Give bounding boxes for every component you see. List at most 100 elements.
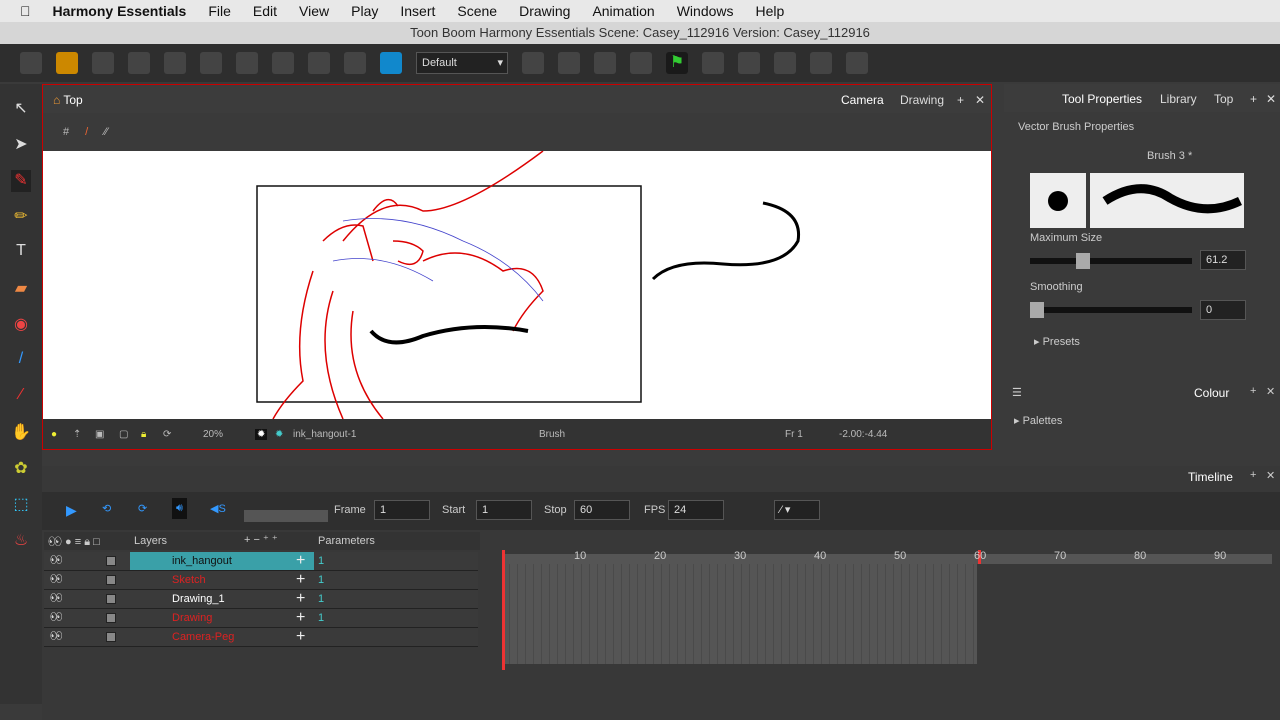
layer-row[interactable]: 👀︎ Drawing +1 <box>44 609 478 628</box>
fps-field[interactable]: 24 <box>668 500 724 520</box>
import-icon[interactable] <box>164 52 186 74</box>
render-icon[interactable] <box>380 52 402 74</box>
tab-library[interactable]: Library <box>1160 92 1197 106</box>
reset-view-icon[interactable]: ⟳ <box>163 429 171 440</box>
layer-color-swatch[interactable] <box>106 632 116 642</box>
presets-toggle[interactable]: ▸ Presets <box>1034 335 1080 348</box>
ruler-icon[interactable]: ⁄⁄ <box>104 126 108 138</box>
palettes-toggle[interactable]: ▸ Palettes <box>1014 414 1062 427</box>
tab-drawing[interactable]: Drawing <box>900 93 944 107</box>
workspace-select[interactable]: Default ▾ <box>416 52 508 74</box>
select-arrow-icon[interactable]: ↖ <box>11 98 31 120</box>
tool-icon[interactable] <box>846 52 868 74</box>
playhead[interactable] <box>502 550 505 670</box>
layer-row[interactable]: 👀︎ Drawing_1 +1 <box>44 590 478 609</box>
close-icon[interactable]: ✕ <box>1266 469 1275 482</box>
tool-icon[interactable] <box>810 52 832 74</box>
visibility-icon[interactable]: 👀︎ <box>50 574 63 585</box>
layer-name[interactable]: Sketch <box>172 574 206 586</box>
add-tab-icon[interactable]: + <box>1250 469 1256 481</box>
layer-color-swatch[interactable] <box>106 594 116 604</box>
layer-row[interactable]: 👀︎ ink_hangout +1 <box>44 552 478 571</box>
hand-icon[interactable]: ✋ <box>11 422 31 444</box>
safe-area-icon[interactable]: ▣ <box>95 429 104 440</box>
layer-row[interactable]: 👀︎ Camera-Peg + <box>44 628 478 647</box>
tool-icon[interactable] <box>594 52 616 74</box>
tool-icon[interactable] <box>344 52 366 74</box>
tool-icon[interactable] <box>558 52 580 74</box>
start-field[interactable]: 1 <box>476 500 532 520</box>
tool-icon[interactable] <box>702 52 724 74</box>
visibility-icon[interactable]: 👀︎ <box>50 612 63 623</box>
new-icon[interactable] <box>20 52 42 74</box>
add-layer-icon[interactable]: + − ⁺ ⁺ <box>244 533 278 546</box>
close-icon[interactable]: ✕ <box>1266 385 1275 398</box>
menu-scene[interactable]: Scene <box>457 3 497 19</box>
settings-icon[interactable]: ✹ <box>255 429 268 440</box>
tab-camera[interactable]: Camera <box>841 93 884 107</box>
transform-icon[interactable]: ✿ <box>11 458 31 480</box>
paint-bucket-icon[interactable]: ◉ <box>11 314 31 336</box>
menu-edit[interactable]: Edit <box>253 3 277 19</box>
menu-insert[interactable]: Insert <box>400 3 435 19</box>
smoothing-field[interactable]: 0 <box>1200 300 1246 320</box>
layer-name[interactable]: Camera-Peg <box>172 631 234 643</box>
frame-field[interactable]: 1 <box>374 500 430 520</box>
tab-tool-properties[interactable]: Tool Properties <box>1062 92 1142 106</box>
menu-file[interactable]: File <box>208 3 231 19</box>
expand-params-icon[interactable]: + <box>296 571 305 589</box>
tab-top[interactable]: Top <box>1214 92 1233 106</box>
layout-icon[interactable] <box>522 52 544 74</box>
expand-params-icon[interactable]: + <box>296 628 305 646</box>
close-icon[interactable]: ✕ <box>975 93 985 107</box>
dropper-icon[interactable]: ⁄ <box>11 386 31 408</box>
menu-drawing[interactable]: Drawing <box>519 3 570 19</box>
tool-icon[interactable] <box>272 52 294 74</box>
tool-icon[interactable] <box>308 52 330 74</box>
visibility-icon[interactable]: 👀︎ <box>50 555 63 566</box>
max-size-field[interactable]: 61.2 <box>1200 250 1246 270</box>
add-tab-icon[interactable]: + <box>957 93 964 107</box>
eraser-icon[interactable]: ▰ <box>11 278 31 300</box>
brush-tip-preview[interactable] <box>1030 173 1086 228</box>
undo-icon[interactable] <box>200 52 222 74</box>
tool-icon[interactable] <box>738 52 760 74</box>
contour-editor-icon[interactable]: ➤ <box>11 134 31 156</box>
layer-color-swatch[interactable] <box>106 613 116 623</box>
text-icon[interactable]: T <box>11 242 31 264</box>
onion-icon[interactable]: ⇡ <box>73 429 81 440</box>
interpolation-select[interactable]: ⁄ ▾ <box>774 500 820 520</box>
visibility-icon[interactable]: 👀︎ <box>50 593 63 604</box>
green-flag-icon[interactable]: ⚑ <box>666 52 688 74</box>
grid-icon[interactable]: # <box>63 126 69 138</box>
tool-icon[interactable] <box>774 52 796 74</box>
max-size-slider[interactable] <box>1030 253 1192 269</box>
repeat-icon[interactable]: ⟳ <box>138 502 147 515</box>
stop-field[interactable]: 60 <box>574 500 630 520</box>
app-menu[interactable]: Harmony Essentials <box>53 3 187 19</box>
pencil-icon[interactable]: ✏ <box>11 206 31 228</box>
crop-icon[interactable]: ⬚ <box>11 494 31 516</box>
brush-tool-icon[interactable]: / <box>85 126 88 138</box>
layer-color-swatch[interactable] <box>106 556 116 566</box>
menu-icon[interactable]: ☰ <box>1012 386 1022 399</box>
add-tab-icon[interactable]: + <box>1250 92 1257 106</box>
timeline-title[interactable]: Timeline <box>1188 470 1233 484</box>
zoom-level[interactable]: 20% <box>203 429 223 440</box>
brush-icon[interactable]: ✎ <box>11 170 31 192</box>
frame-grid[interactable]: 10 20 30 40 50 60 70 80 90 <box>502 550 1272 694</box>
expand-params-icon[interactable]: + <box>296 609 305 627</box>
loop-icon[interactable]: ⟲ <box>102 502 111 515</box>
add-tab-icon[interactable]: + <box>1250 385 1256 397</box>
line-icon[interactable]: / <box>11 350 31 372</box>
save-icon[interactable] <box>92 52 114 74</box>
ink-icon[interactable]: ♨ <box>11 530 31 552</box>
expand-params-icon[interactable]: + <box>296 590 305 608</box>
smoothing-slider[interactable] <box>1030 302 1192 318</box>
redo-icon[interactable] <box>236 52 258 74</box>
menu-play[interactable]: Play <box>351 3 378 19</box>
layer-name[interactable]: Drawing_1 <box>172 593 225 605</box>
menu-windows[interactable]: Windows <box>677 3 734 19</box>
layer-name[interactable]: ink_hangout <box>172 555 232 567</box>
apple-icon[interactable]:  <box>20 3 31 19</box>
